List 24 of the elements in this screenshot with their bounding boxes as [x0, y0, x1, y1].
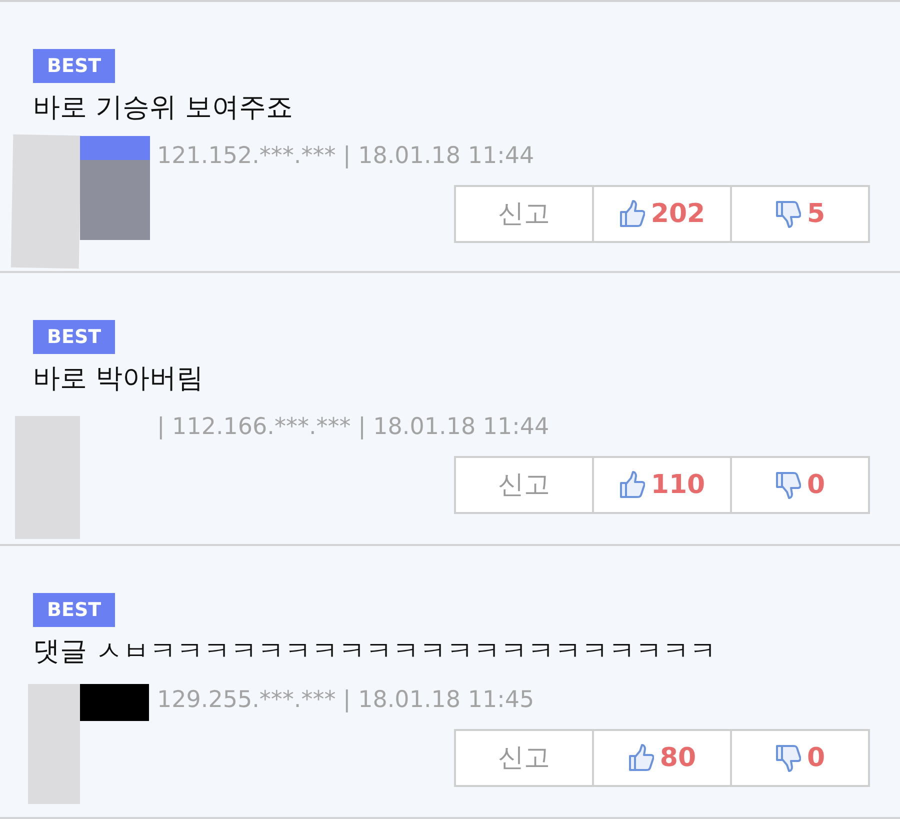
comment-text: 바로 기승위 보여주죠	[33, 91, 294, 125]
comment-text: 댓글 ㅅㅂㅋㅋㅋㅋㅋㅋㅋㅋㅋㅋㅋㅋㅋㅋㅋㅋㅋㅋㅋㅋㅋ	[33, 635, 718, 669]
dislike-button[interactable]: 0	[730, 456, 870, 514]
report-button[interactable]: 신고	[454, 456, 594, 514]
best-badge: BEST	[33, 320, 116, 354]
like-button[interactable]: 110	[592, 456, 732, 514]
dislike-button[interactable]: 5	[730, 185, 870, 243]
thumbs-up-icon	[628, 744, 654, 772]
thumbs-down-icon	[774, 200, 801, 228]
thumbs-down-icon	[774, 744, 801, 772]
dislike-button[interactable]: 0	[730, 729, 870, 787]
report-button[interactable]: 신고	[454, 185, 594, 243]
comment-meta: 129.255.***.*** | 18.01.18 11:45	[157, 686, 536, 715]
best-badge: BEST	[33, 593, 116, 627]
best-badge: BEST	[33, 49, 116, 83]
like-button[interactable]: 80	[592, 729, 732, 787]
like-button[interactable]: 202	[592, 185, 732, 243]
report-button[interactable]: 신고	[454, 729, 594, 787]
thumbs-up-icon	[618, 200, 645, 228]
comment-meta: | 112.166.***.*** | 18.01.18 11:44	[157, 413, 550, 442]
comment-meta: 121.152.***.*** | 18.01.18 11:44	[157, 142, 536, 171]
thumbs-down-icon	[774, 471, 801, 499]
thumbs-up-icon	[618, 471, 645, 499]
comment-text: 바로 박아버림	[33, 362, 205, 396]
